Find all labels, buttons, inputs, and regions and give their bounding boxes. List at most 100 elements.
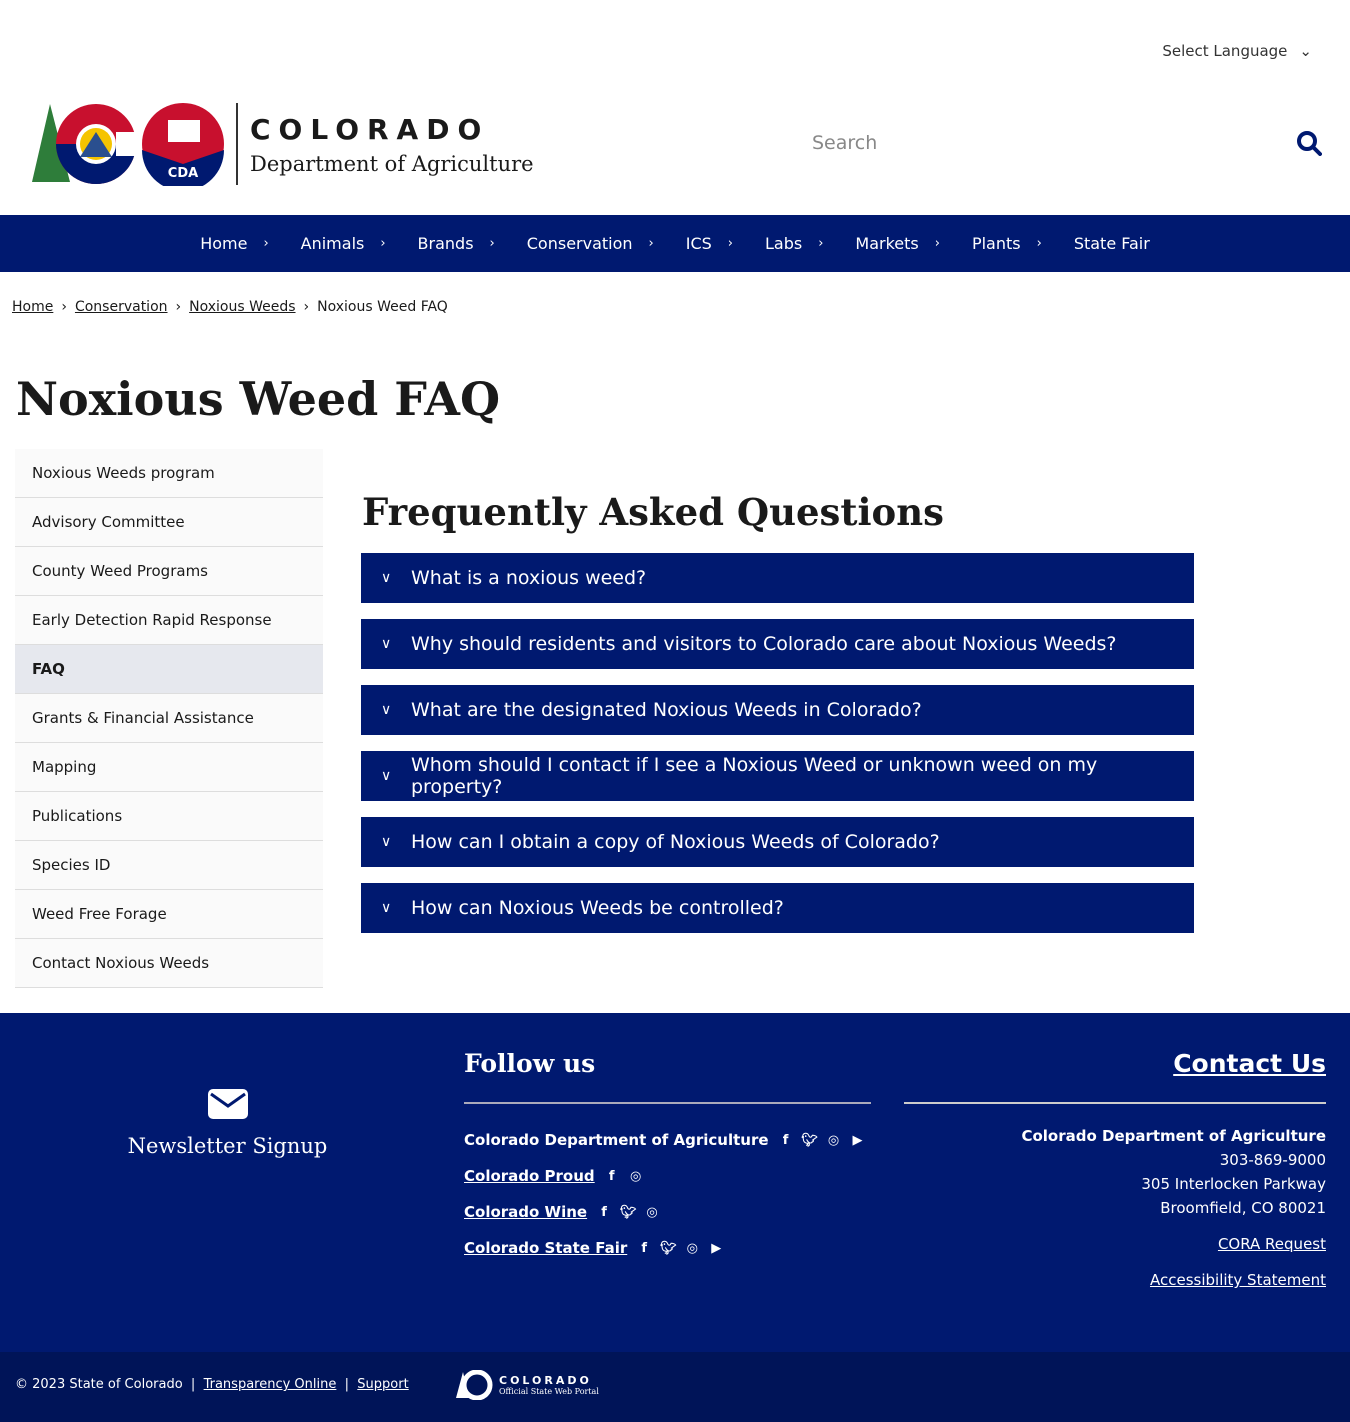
faq-item[interactable]: ∨ What is a noxious weed? (361, 553, 1194, 603)
facebook-icon[interactable]: f (777, 1131, 795, 1149)
faq-heading: Frequently Asked Questions (362, 490, 944, 534)
follow-us: Follow us Colorado Department of Agricul… (464, 1049, 871, 1266)
instagram-icon[interactable]: ◎ (825, 1131, 843, 1149)
chevron-right-icon: › (489, 236, 495, 251)
facebook-icon[interactable]: f (603, 1167, 621, 1185)
instagram-icon[interactable]: ◎ (643, 1203, 661, 1221)
sidebar-item[interactable]: Early Detection Rapid Response (15, 596, 323, 645)
logo[interactable]: CDA COLORADO Department of Agriculture (30, 102, 534, 186)
faq-item[interactable]: ∨ How can Noxious Weeds be controlled? (361, 883, 1194, 933)
chevron-down-icon: ∨ (381, 768, 392, 784)
sidebar-item[interactable]: Advisory Committee (15, 498, 323, 547)
nav-ics[interactable]: ICS › (670, 234, 749, 253)
breadcrumb-current: Noxious Weed FAQ (317, 299, 448, 315)
chevron-down-icon: ∨ (381, 570, 392, 586)
breadcrumb-conservation[interactable]: Conservation (75, 299, 168, 315)
twitter-icon[interactable]: 🐦︎ (801, 1131, 819, 1149)
chevron-right-icon: › (1036, 236, 1042, 251)
search-icon (1297, 131, 1322, 156)
chevron-right-icon: › (648, 236, 654, 251)
sidebar-item[interactable]: Noxious Weeds program (15, 449, 323, 498)
follow-label: Colorado Department of Agriculture (464, 1131, 769, 1149)
breadcrumb: Home › Conservation › Noxious Weeds › Noxio… (12, 299, 448, 315)
faq-item[interactable]: ∨ Why should residents and visitors to Co… (361, 619, 1194, 669)
follow-link[interactable]: Colorado State Fair (464, 1239, 627, 1257)
address-line: 305 Interlocken Parkway (1141, 1175, 1326, 1193)
nav-markets[interactable]: Markets › (839, 234, 956, 253)
breadcrumb-home[interactable]: Home (12, 299, 53, 315)
logo-title: COLORADO (250, 112, 490, 146)
sidebar-item[interactable]: County Weed Programs (15, 547, 323, 596)
nav-brands[interactable]: Brands › (402, 234, 511, 253)
copyright: © 2023 State of Colorado (15, 1377, 183, 1392)
bottom-bar: © 2023 State of Colorado | Transparency … (0, 1352, 1350, 1422)
instagram-icon[interactable]: ◎ (627, 1167, 645, 1185)
chevron-right-icon: › (380, 236, 386, 251)
instagram-icon[interactable]: ◎ (683, 1239, 701, 1257)
nav-conservation[interactable]: Conservation › (511, 234, 670, 253)
logo-divider (236, 103, 238, 185)
sidebar-item[interactable]: Mapping (15, 743, 323, 792)
newsletter-label: Newsletter Signup (127, 1134, 328, 1158)
accessibility-link[interactable]: Accessibility Statement (904, 1268, 1326, 1292)
nav-state-fair[interactable]: State Fair (1058, 234, 1166, 253)
cora-request-link[interactable]: CORA Request (904, 1232, 1326, 1256)
sidebar-item[interactable]: Contact Noxious Weeds (15, 939, 323, 988)
chevron-down-icon: ∨ (381, 636, 392, 652)
chevron-right-icon: › (727, 236, 733, 251)
envelope-icon (207, 1089, 248, 1119)
sidebar-item[interactable]: Weed Free Forage (15, 890, 323, 939)
faq-item[interactable]: ∨ What are the designated Noxious Weeds i… (361, 685, 1194, 735)
state-portal-logo[interactable]: COLORADO Official State Web Portal (455, 1370, 599, 1400)
address-line: Broomfield, CO 80021 (1160, 1199, 1326, 1217)
follow-heading: Follow us (464, 1049, 871, 1104)
sidebar-item[interactable]: Species ID (15, 841, 323, 890)
faq-item[interactable]: ∨ How can I obtain a copy of Noxious Weed… (361, 817, 1194, 867)
support-link[interactable]: Support (357, 1377, 408, 1392)
colorado-portal-icon (456, 1370, 493, 1400)
colorado-logo-icon: CDA (32, 103, 224, 186)
sidebar-item[interactable]: Publications (15, 792, 323, 841)
nav-plants[interactable]: Plants › (956, 234, 1058, 253)
nav-labs[interactable]: Labs › (749, 234, 839, 253)
page-title: Noxious Weed FAQ (16, 372, 501, 426)
youtube-icon[interactable]: ▶ (849, 1131, 867, 1149)
transparency-link[interactable]: Transparency Online (204, 1377, 337, 1392)
sidebar-item-active[interactable]: FAQ (15, 645, 323, 694)
facebook-icon[interactable]: f (635, 1239, 653, 1257)
follow-link[interactable]: Colorado Wine (464, 1203, 587, 1221)
newsletter-signup[interactable]: Newsletter Signup (125, 1088, 330, 1158)
twitter-icon[interactable]: 🐦︎ (619, 1203, 637, 1221)
nav-animals[interactable]: Animals › (285, 234, 402, 253)
sidebar: Noxious Weeds program Advisory Committee… (15, 449, 323, 988)
portal-title: COLORADO (499, 1374, 592, 1387)
chevron-right-icon: › (818, 236, 824, 251)
nav-home[interactable]: Home › (184, 234, 284, 253)
contact-us-link[interactable]: Contact Us (904, 1049, 1326, 1104)
chevron-down-icon: ⌄ (1299, 42, 1312, 60)
twitter-icon[interactable]: 🐦︎ (659, 1239, 677, 1257)
footer: Newsletter Signup Follow us Colorado Dep… (0, 1013, 1350, 1352)
svg-text:CDA: CDA (168, 166, 198, 181)
org-name: Colorado Department of Agriculture (1021, 1127, 1326, 1145)
main-nav: Home › Animals › Brands › Conservation › ICS… (0, 215, 1350, 272)
follow-link[interactable]: Colorado Proud (464, 1167, 595, 1185)
chevron-down-icon: ∨ (381, 900, 392, 916)
chevron-right-icon: › (934, 236, 940, 251)
faq-item[interactable]: ∨ Whom should I contact if I see a Noxiou… (361, 751, 1194, 801)
sidebar-item[interactable]: Grants & Financial Assistance (15, 694, 323, 743)
portal-subtitle: Official State Web Portal (499, 1387, 599, 1396)
language-label: Select Language (1162, 42, 1288, 60)
youtube-icon[interactable]: ▶ (707, 1239, 725, 1257)
chevron-right-icon: › (263, 236, 269, 251)
contact: Contact Us Colorado Department of Agricu… (904, 1049, 1326, 1292)
language-select[interactable]: Select Language ⌄ (1162, 42, 1312, 60)
search-button[interactable] (1296, 130, 1322, 160)
chevron-down-icon: ∨ (381, 834, 392, 850)
facebook-icon[interactable]: f (595, 1203, 613, 1221)
logo-subtitle: Department of Agriculture (250, 151, 534, 176)
search-input[interactable]: Search (812, 132, 877, 154)
breadcrumb-noxious-weeds[interactable]: Noxious Weeds (189, 299, 295, 315)
phone: 303-869-9000 (1219, 1151, 1326, 1169)
faq-accordion: ∨ What is a noxious weed? ∨ Why should res… (361, 553, 1194, 949)
